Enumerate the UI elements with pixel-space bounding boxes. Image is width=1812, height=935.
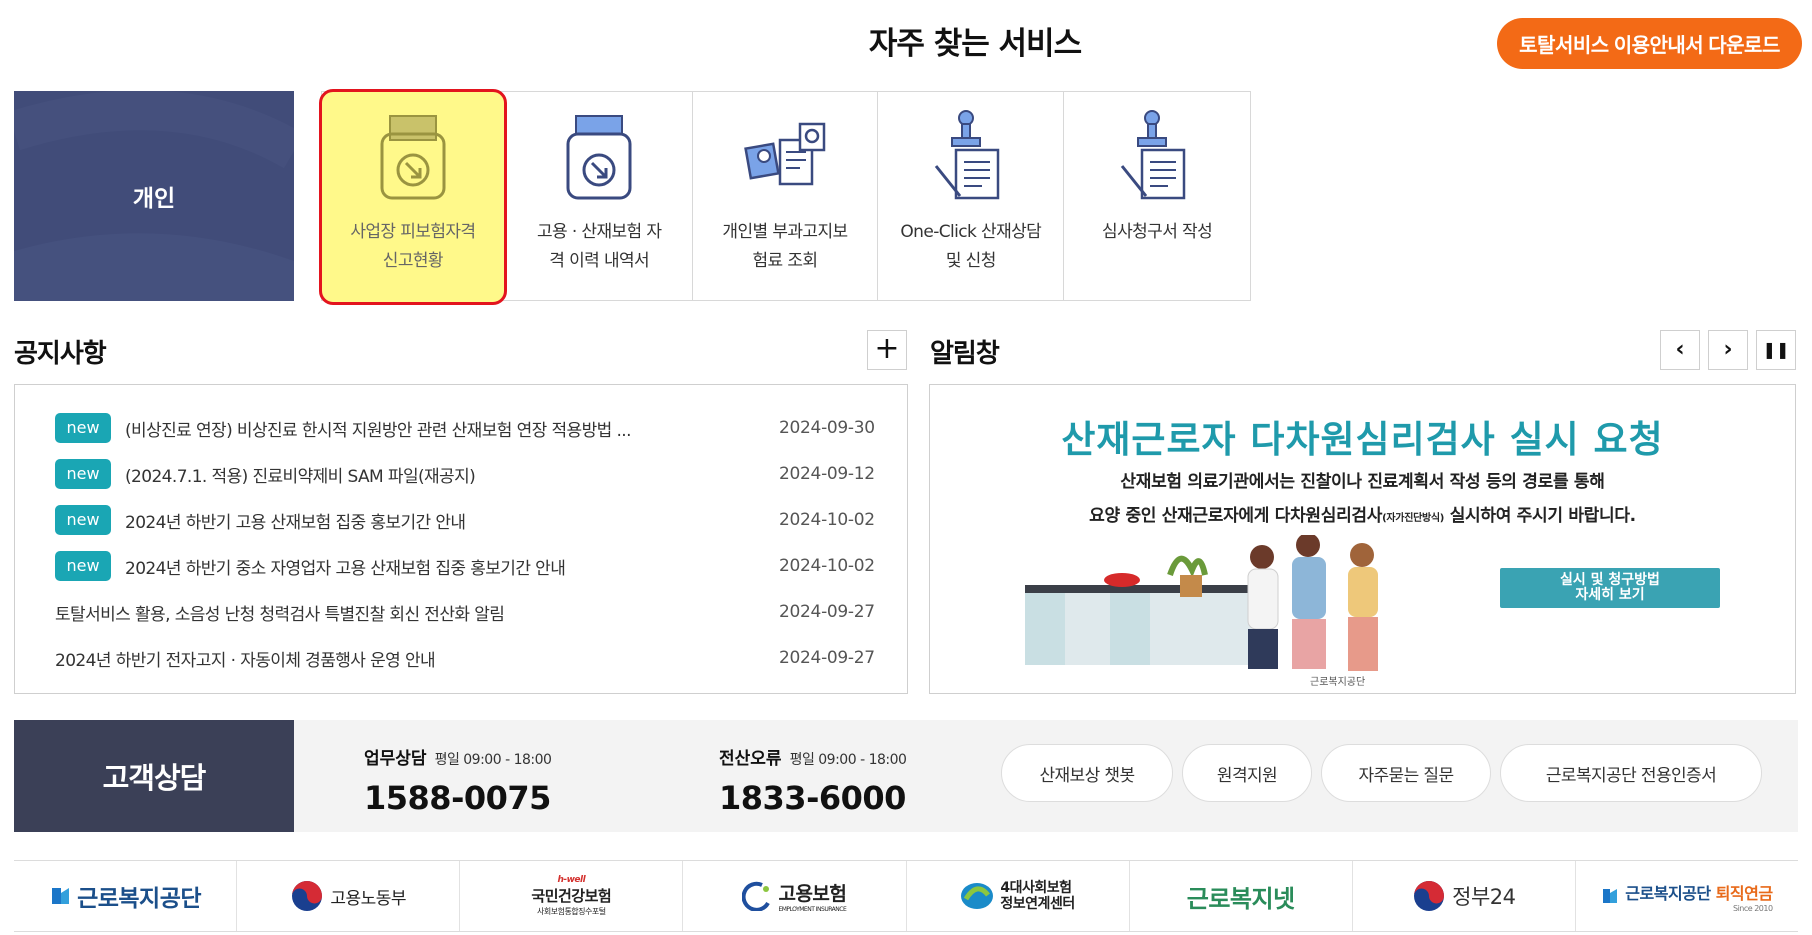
personal-label: 개인 [132,186,176,212]
notice-text[interactable]: 토탈서비스 활용, 소음성 난청 청력검사 특별진찰 회신 전산화 알림 [55,600,504,625]
consult-business: 업무상담 평일 09:00 - 18:00 1588-0075 [364,749,552,817]
notice-date: 2024-09-27 [779,602,875,622]
notice-date: 2024-09-30 [779,418,875,438]
phone-number: 1833-6000 [719,779,906,817]
stamp-document-icon [1120,110,1186,200]
new-badge: new [55,505,111,535]
notice-text[interactable]: 2024년 하반기 전자고지 · 자동이체 경품행사 운영 안내 [55,646,435,671]
footer-link-nhis[interactable]: h-well 국민건강보험 사회보험통합징수포털 [460,861,684,931]
service-insurance-history[interactable]: 고용 · 산재보험 자격 이력 내역서 [507,92,693,300]
banner-org-label: 근로복지공단 [1310,677,1366,688]
service-label: One-Click 산재상담 및 신청 [900,222,1042,271]
service-one-click-consult[interactable]: One-Click 산재상담 및 신청 [878,92,1065,300]
notice-text[interactable]: (2024.7.1. 적용) 진료비약제비 SAM 파일(재공지) [125,462,475,487]
social-insurance-logo-icon [961,883,994,909]
service-workplace-insured-status[interactable]: 사업장 피보험자격 신고현황 [319,89,507,305]
notice-title: 공지사항 [14,339,107,369]
banner-detail-button[interactable]: 실시 및 청구방법 자세히 보기 [1500,568,1720,608]
alert-pause-button[interactable]: ❚❚ [1756,330,1796,370]
alert-banner[interactable]: 산재근로자 다차원심리검사 실시 요청 산재보험 의료기관에서는 진찰이나 진료… [929,384,1796,694]
footer-link-welfare-net[interactable]: 근로복지넷 [1130,861,1353,931]
banner-title: 산재근로자 다차원심리검사 실시 요청 [1061,418,1664,461]
notice-text[interactable]: 2024년 하반기 중소 자영업자 고용 산재보험 집중 홍보기간 안내 [125,554,565,579]
phone-number: 1588-0075 [364,779,551,817]
service-label: 심사청구서 작성 [1102,222,1213,242]
notice-date: 2024-10-02 [779,556,875,576]
list-item[interactable]: new 2024년 하반기 고용 산재보험 집중 홍보기간 안내 2024-10… [15,497,907,543]
banner-line-1: 산재보험 의료기관에서는 진찰이나 진료계획서 작성 등의 경로를 통해 [1120,472,1605,492]
service-premium-inquiry[interactable]: 개인별 부과고지보 험료 조회 [693,92,879,300]
footer-link-bar: 근로복지공단 고용노동부 h-well 국민건강보험 사회보험통합징수포털 고용… [14,860,1798,932]
list-item[interactable]: 2024년 하반기 전자고지 · 자동이체 경품행사 운영 안내 2024-09… [15,635,907,681]
footer-link-ei[interactable]: 고용보험 EMPLOYMENT INSURANCE [683,861,907,931]
frequent-services-grid: 사업장 피보험자격 신고현황 고용 · 산재보험 자격 이력 내역서 개인별 부과… [319,89,1251,305]
stamp-document-icon [934,110,1000,200]
guide-download-button[interactable]: 토탈서비스 이용안내서 다운로드 [1497,18,1802,69]
service-label: 개인별 부과고지보 험료 조회 [722,222,848,271]
customer-consult-bar: 고객상담 업무상담 평일 09:00 - 18:00 1588-0075 전산오류… [14,720,1798,832]
notice-date: 2024-09-12 [779,464,875,484]
consult-it-error: 전산오류 평일 09:00 - 18:00 1833-6000 [719,749,907,817]
chatbot-link[interactable]: 산재보상 챗봇 [1001,744,1173,802]
consult-label: 고객상담 [14,720,294,832]
new-badge: new [55,413,111,443]
service-label: 고용 · 산재보험 자격 이력 내역서 [536,222,662,271]
footer-link-pension[interactable]: 근로복지공단 퇴직연금 Since 2010 [1576,861,1798,931]
notice-date: 2024-10-02 [779,510,875,530]
comwel-logo-icon [52,888,70,904]
notice-more-button[interactable]: + [867,330,907,370]
personal-category-tile[interactable]: 개인 [14,91,294,301]
list-item[interactable]: new (2024.7.1. 적용) 진료비약제비 SAM 파일(재공지) 20… [15,451,907,497]
footer-link-comwel[interactable]: 근로복지공단 [14,861,238,931]
new-badge: new [55,551,111,581]
footer-link-4insure[interactable]: 4대사회보험 정보연계센터 [907,861,1130,931]
alert-title: 알림창 [930,339,1000,369]
notice-date: 2024-09-27 [779,648,875,668]
list-item[interactable]: new (비상진료 연장) 비상진료 한시적 지원방안 관련 산재보험 연장 적… [15,405,907,451]
alert-prev-button[interactable]: ‹ [1660,330,1700,370]
alert-next-button[interactable]: › [1708,330,1748,370]
banner-illustration [1025,535,1378,671]
notice-text[interactable]: (비상진료 연장) 비상진료 한시적 지원방안 관련 산재보험 연장 적용방법 … [125,416,631,441]
notice-text[interactable]: 2024년 하반기 고용 산재보험 집중 홍보기간 안내 [125,508,465,533]
service-label: 사업장 피보험자격 신고현황 [350,222,476,271]
notice-list: new (비상진료 연장) 비상진료 한시적 지원방안 관련 산재보험 연장 적… [14,384,908,694]
comwel-logo-icon [1603,889,1618,903]
document-arrow-icon [566,115,632,200]
list-item[interactable]: 토탈서비스 활용, 소음성 난청 청력검사 특별진찰 회신 전산화 알림 202… [15,589,907,635]
banner-line-2: 요양 중인 산재근로자에게 다차원심리검사(자가진단방식) 실시하여 주시기 바… [1089,506,1636,526]
new-badge: new [55,459,111,489]
service-appeal-form[interactable]: 심사청구서 작성 [1064,92,1250,300]
faq-link[interactable]: 자주묻는 질문 [1321,744,1491,802]
certificate-link[interactable]: 근로복지공단 전용인증서 [1500,744,1762,802]
taegeuk-logo-icon [1414,881,1445,911]
footer-link-gov24[interactable]: 정부24 [1353,861,1576,931]
printer-arrow-icon [380,115,446,200]
remote-support-link[interactable]: 원격지원 [1182,744,1312,802]
taegeuk-logo-icon [292,881,323,911]
footer-link-moel[interactable]: 고용노동부 [237,861,461,931]
search-receipt-icon [744,122,826,186]
employment-insurance-logo-icon [742,881,771,911]
list-item[interactable]: new 2024년 하반기 중소 자영업자 고용 산재보험 집중 홍보기간 안내… [15,543,907,589]
